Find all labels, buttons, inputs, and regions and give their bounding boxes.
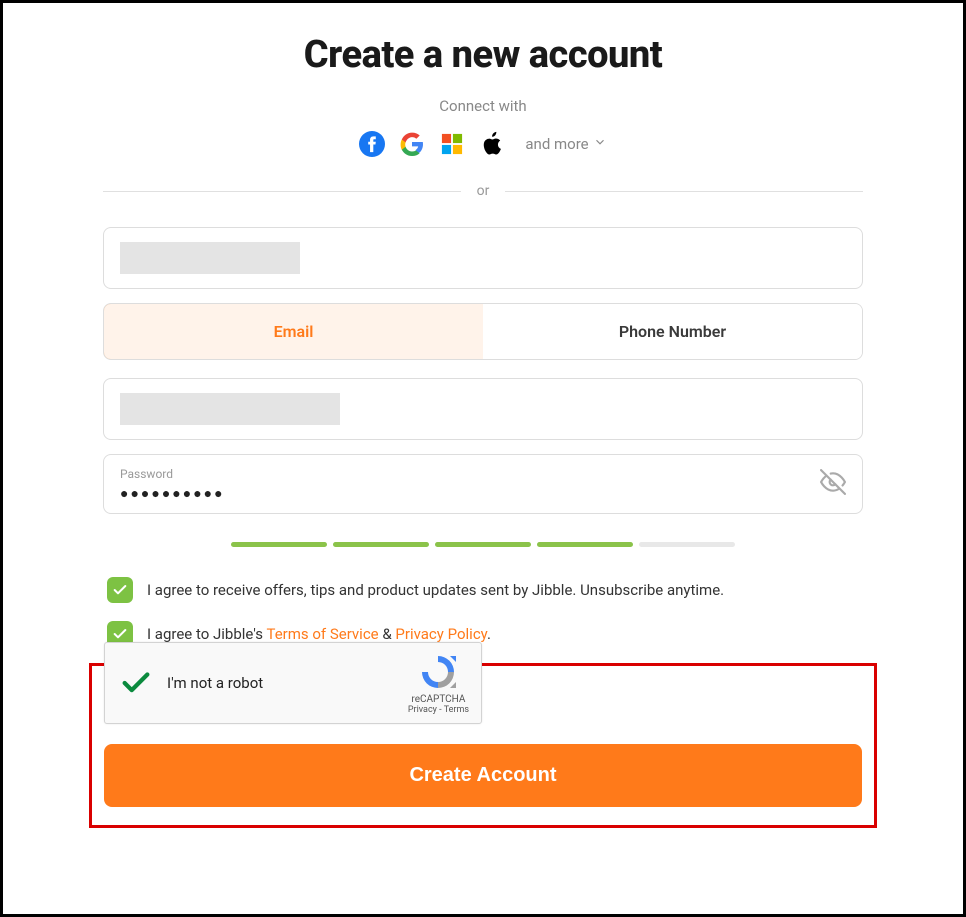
password-label: Password bbox=[120, 467, 225, 481]
strength-seg-5 bbox=[639, 542, 735, 547]
tos-link[interactable]: Terms of Service bbox=[266, 625, 378, 643]
period: . bbox=[487, 625, 491, 643]
strength-seg-4 bbox=[537, 542, 633, 547]
amp-text: & bbox=[379, 625, 396, 643]
terms-prefix: I agree to Jibble's bbox=[147, 625, 266, 643]
password-field[interactable]: Password ●●●●●●●●●● bbox=[103, 454, 863, 514]
social-providers: and more bbox=[103, 131, 863, 157]
recaptcha-terms-link[interactable]: Terms bbox=[444, 705, 469, 715]
contact-method-tabs: Email Phone Number bbox=[103, 303, 863, 360]
facebook-icon[interactable] bbox=[359, 131, 385, 157]
offers-text: I agree to receive offers, tips and prod… bbox=[147, 577, 724, 602]
eye-off-icon[interactable] bbox=[820, 469, 846, 499]
recaptcha-text: I'm not a robot bbox=[167, 674, 408, 692]
recaptcha-brand: reCAPTCHA Privacy - Terms bbox=[408, 652, 469, 715]
password-value: ●●●●●●●●●● bbox=[120, 485, 225, 502]
redacted-value bbox=[120, 242, 300, 274]
offers-checkbox[interactable] bbox=[107, 577, 133, 603]
recaptcha-widget[interactable]: I'm not a robot reCAPTCHA Privacy - Term… bbox=[104, 642, 482, 724]
strength-seg-1 bbox=[231, 542, 327, 547]
recaptcha-sep: - bbox=[437, 705, 444, 715]
offers-row: I agree to receive offers, tips and prod… bbox=[103, 577, 863, 603]
page-title: Create a new account bbox=[103, 33, 863, 77]
name-field[interactable] bbox=[103, 227, 863, 289]
tab-phone[interactable]: Phone Number bbox=[483, 304, 862, 359]
more-providers-text: and more bbox=[525, 135, 588, 153]
divider: or bbox=[103, 183, 863, 199]
recaptcha-privacy-link[interactable]: Privacy bbox=[408, 705, 437, 715]
chevron-down-icon bbox=[593, 135, 607, 153]
redacted-value bbox=[120, 393, 340, 425]
privacy-link[interactable]: Privacy Policy bbox=[395, 625, 487, 643]
password-strength bbox=[103, 542, 863, 547]
tab-email[interactable]: Email bbox=[103, 303, 484, 360]
highlight-annotation: I'm not a robot reCAPTCHA Privacy - Term… bbox=[89, 663, 877, 828]
create-account-button[interactable]: Create Account bbox=[104, 744, 862, 807]
strength-seg-3 bbox=[435, 542, 531, 547]
microsoft-icon[interactable] bbox=[439, 131, 465, 157]
email-field[interactable] bbox=[103, 378, 863, 440]
connect-label: Connect with bbox=[103, 97, 863, 115]
recaptcha-brand-text: reCAPTCHA bbox=[411, 694, 465, 705]
strength-seg-2 bbox=[333, 542, 429, 547]
google-icon[interactable] bbox=[399, 131, 425, 157]
apple-icon[interactable] bbox=[479, 131, 505, 157]
recaptcha-icon bbox=[418, 652, 458, 692]
check-icon bbox=[119, 666, 153, 700]
more-providers-link[interactable]: and more bbox=[525, 135, 606, 153]
divider-text: or bbox=[477, 183, 490, 199]
